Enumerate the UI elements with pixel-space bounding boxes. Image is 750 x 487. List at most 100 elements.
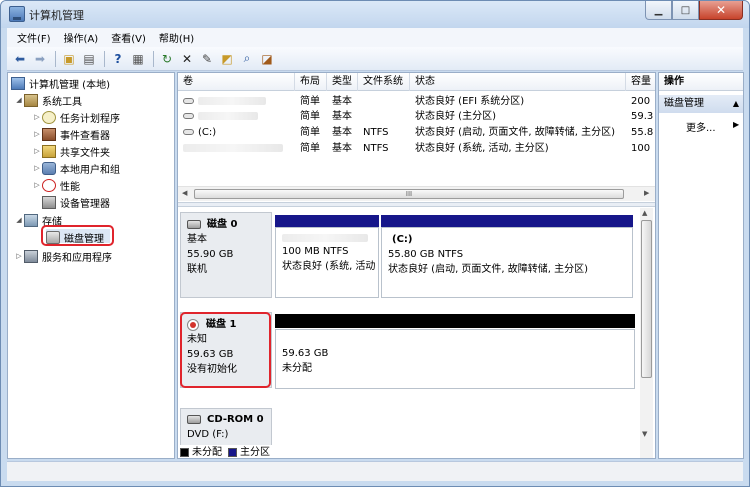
- console-tree-icon[interactable]: ▤: [80, 50, 98, 68]
- submenu-arrow-icon[interactable]: ▶: [733, 120, 739, 129]
- column-volume[interactable]: 卷: [178, 73, 295, 91]
- column-layout[interactable]: 布局: [295, 73, 327, 91]
- redacted-volume-name: [198, 97, 266, 105]
- open-folder-icon[interactable]: ◩: [218, 50, 236, 68]
- cdrom-label[interactable]: CD-ROM 0 DVD (F:): [180, 408, 272, 448]
- maximize-button[interactable]: □: [672, 1, 699, 20]
- collapse-arrow-icon[interactable]: ▷: [32, 181, 42, 189]
- forward-arrow-icon[interactable]: ➡: [31, 50, 49, 68]
- collapse-arrow-icon[interactable]: ▷: [32, 147, 42, 155]
- tree-device-manager-label: 设备管理器: [60, 198, 110, 210]
- disk1-unallocated-space[interactable]: 59.63 GB 未分配: [275, 329, 635, 389]
- disk0-partition-c[interactable]: (C:) 55.80 GB NTFS 状态良好 (启动, 页面文件, 故障转储,…: [381, 227, 633, 298]
- tree-task-scheduler[interactable]: ▷ 任务计划程序: [32, 109, 120, 125]
- actions-group-label: 磁盘管理: [664, 98, 704, 109]
- menu-view[interactable]: 查看(V): [111, 30, 146, 45]
- partition-size: 55.80 GB NTFS: [388, 249, 464, 260]
- toolbar-separator: [104, 50, 105, 67]
- scroll-right-icon[interactable]: ▶: [644, 189, 649, 197]
- menu-file[interactable]: 文件(F): [17, 30, 51, 45]
- volume-row[interactable]: 简单 基本 状态良好 (主分区) 59.3: [178, 109, 655, 124]
- menu-help[interactable]: 帮助(H): [159, 30, 194, 45]
- actions-group-disk-management[interactable]: 磁盘管理 ▲: [659, 95, 743, 113]
- collapse-arrow-icon[interactable]: ▷: [32, 164, 42, 172]
- toolbar-separator: [55, 50, 56, 67]
- collapse-arrow-icon[interactable]: ▷: [14, 252, 24, 260]
- tree-shared-folders-label: 共享文件夹: [60, 147, 110, 159]
- partition-size: 100 MB NTFS: [282, 246, 349, 257]
- volume-cell: [178, 94, 295, 109]
- tree-root[interactable]: 计算机管理 (本地): [11, 75, 110, 91]
- legend-unallocated: 未分配: [192, 447, 222, 458]
- menu-action[interactable]: 操作(A): [64, 30, 99, 45]
- disk0-size: 55.90 GB: [187, 249, 234, 260]
- tree-system-tools[interactable]: ◢ 系统工具: [14, 92, 82, 108]
- refresh-icon[interactable]: ↻: [158, 50, 176, 68]
- tree-event-viewer-label: 事件查看器: [60, 130, 110, 142]
- users-icon: [42, 161, 56, 175]
- tree-event-viewer[interactable]: ▷ 事件查看器: [32, 126, 110, 142]
- capacity-cell: 59.3: [631, 111, 654, 122]
- disk0-partition-system[interactable]: 100 MB NTFS 状态良好 (系统, 活动: [275, 227, 379, 298]
- toolbar-separator: [153, 50, 154, 67]
- disk0-state: 联机: [187, 264, 207, 275]
- cdrom-name: CD-ROM 0: [187, 412, 271, 427]
- export-icon[interactable]: ◪: [258, 50, 276, 68]
- scroll-down-icon[interactable]: ▼: [642, 430, 647, 438]
- title-bar[interactable]: 计算机管理 ▁ □ ✕: [1, 1, 749, 28]
- collapse-triangle-icon[interactable]: ▲: [733, 95, 739, 113]
- disk0-label[interactable]: 磁盘 0 基本 55.90 GB 联机: [180, 212, 272, 298]
- back-arrow-icon[interactable]: ⬅: [11, 50, 29, 68]
- close-button[interactable]: ✕: [699, 1, 743, 20]
- search-icon[interactable]: ⌕: [238, 50, 256, 68]
- unallocated-swatch: [180, 448, 189, 457]
- column-type[interactable]: 类型: [327, 73, 358, 91]
- delete-icon[interactable]: ✕: [178, 50, 196, 68]
- more-actions-link[interactable]: 更多...: [686, 119, 716, 134]
- capacity-cell: 100: [631, 143, 651, 154]
- collapse-arrow-icon[interactable]: ▷: [32, 130, 42, 138]
- tree-services[interactable]: ▷ 服务和应用程序: [14, 248, 112, 264]
- disk0-type: 基本: [187, 234, 207, 245]
- expand-arrow-icon[interactable]: ◢: [14, 216, 24, 224]
- computer-management-window: 计算机管理 ▁ □ ✕ 文件(F) 操作(A) 查看(V) 帮助(H) ⬅ ➡ …: [0, 0, 750, 487]
- cdrom-name-text: CD-ROM 0: [207, 414, 264, 425]
- redacted-volume-name: [183, 144, 283, 152]
- column-filesystem[interactable]: 文件系统: [358, 73, 410, 91]
- help-icon[interactable]: ?: [109, 50, 127, 68]
- window-controls: ▁ □ ✕: [645, 1, 743, 20]
- scroll-left-icon[interactable]: ◀: [182, 189, 187, 197]
- partition-status: 未分配: [282, 363, 312, 374]
- horizontal-scrollbar[interactable]: ◀ III ▶: [178, 186, 655, 201]
- minimize-button[interactable]: ▁: [645, 1, 672, 20]
- capacity-cell: 55.8: [631, 127, 654, 138]
- column-status[interactable]: 状态: [410, 73, 626, 91]
- type-cell: 基本: [332, 96, 352, 107]
- tree-device-manager[interactable]: 设备管理器: [42, 194, 110, 210]
- filesystem-cell: [358, 94, 410, 109]
- scroll-up-icon[interactable]: ▲: [642, 209, 647, 217]
- volume-row[interactable]: 简单 基本 NTFS 状态良好 (系统, 活动, 主分区) 100: [178, 141, 655, 156]
- toolbar: ⬅ ➡ ▣ ▤ ? ▦ ↻ ✕ ✎ ◩ ⌕ ◪: [7, 47, 743, 71]
- volume-row[interactable]: (C:) 简单 基本 NTFS 状态良好 (启动, 页面文件, 故障转储, 主分…: [178, 125, 655, 140]
- tree-shared-folders[interactable]: ▷ 共享文件夹: [32, 143, 110, 159]
- layout-cell: 简单: [300, 111, 320, 122]
- scrollbar-thumb[interactable]: III: [194, 189, 624, 199]
- up-folder-icon[interactable]: ▣: [60, 50, 78, 68]
- partition-label: (C:): [392, 234, 413, 245]
- tree-local-users[interactable]: ▷ 本地用户和组: [32, 160, 120, 176]
- volume-row[interactable]: 简单 基本 状态良好 (EFI 系统分区) 200: [178, 94, 655, 109]
- partition-size: 59.63 GB: [282, 348, 329, 359]
- storage-icon: [24, 213, 38, 227]
- tree-performance[interactable]: ▷ 性能: [32, 177, 80, 193]
- disk1-highlight: [180, 312, 271, 388]
- column-capacity[interactable]: 容量: [626, 73, 655, 91]
- properties-icon[interactable]: ▦: [129, 50, 147, 68]
- new-icon[interactable]: ✎: [198, 50, 216, 68]
- collapse-arrow-icon[interactable]: ▷: [32, 113, 42, 121]
- scrollbar-thumb[interactable]: [641, 220, 652, 378]
- vertical-scrollbar[interactable]: ▲ ▼: [640, 208, 653, 458]
- expand-arrow-icon[interactable]: ◢: [14, 96, 24, 104]
- layout-cell: 简单: [300, 143, 320, 154]
- pane-splitter[interactable]: [178, 202, 655, 207]
